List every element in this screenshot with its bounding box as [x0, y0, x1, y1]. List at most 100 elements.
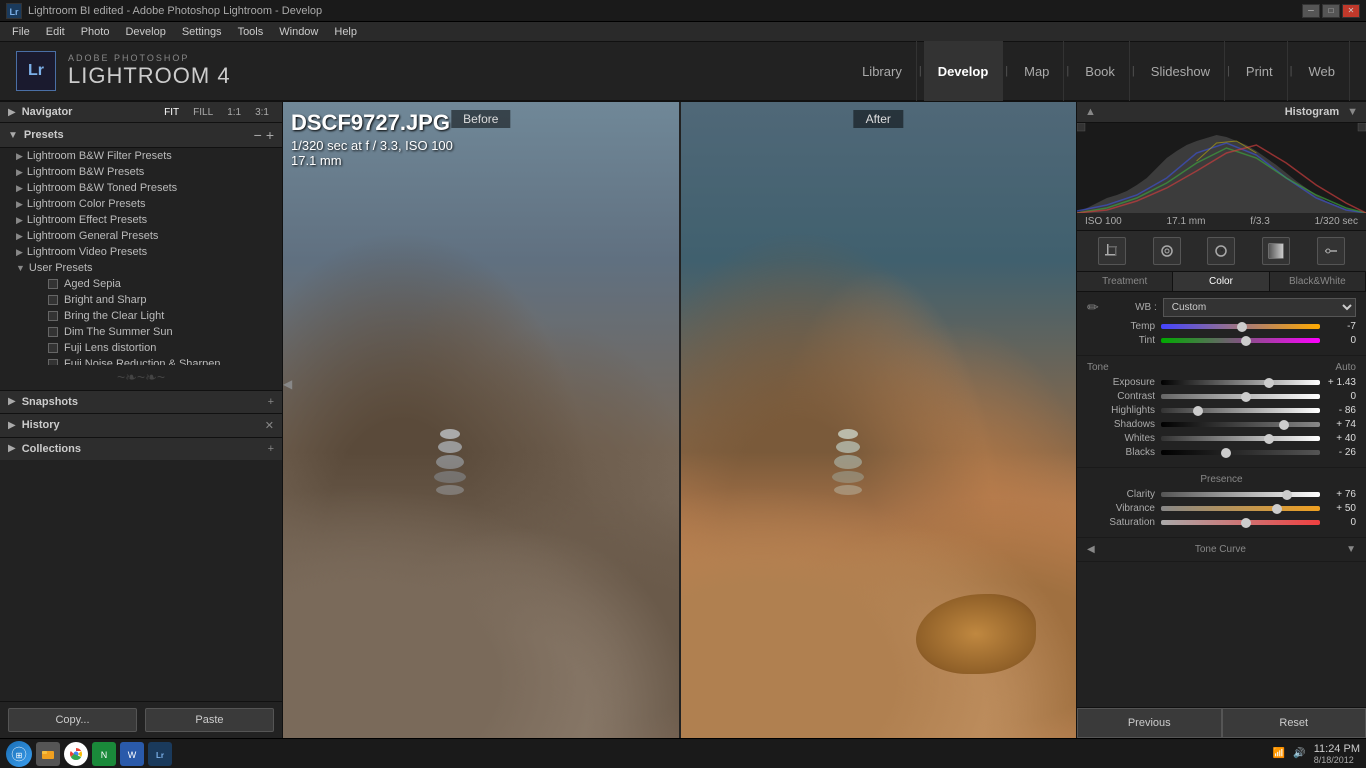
- histogram-header: ▲ Histogram ▼: [1077, 102, 1366, 123]
- history-title: History: [22, 419, 261, 431]
- preset-group-general[interactable]: ▶Lightroom General Presets: [0, 228, 282, 244]
- tab-print[interactable]: Print: [1232, 41, 1288, 101]
- presets-minus[interactable]: −: [254, 127, 262, 143]
- preset-group-video[interactable]: ▶Lightroom Video Presets: [0, 244, 282, 260]
- reset-button[interactable]: Reset: [1222, 708, 1366, 738]
- highlights-slider[interactable]: [1161, 408, 1320, 413]
- menu-file[interactable]: File: [4, 22, 38, 41]
- temp-slider[interactable]: [1161, 324, 1320, 329]
- tab-map[interactable]: Map: [1010, 41, 1064, 101]
- snapshots-header[interactable]: ▶ Snapshots +: [0, 391, 282, 413]
- highlights-row: Highlights - 86: [1087, 405, 1356, 416]
- tint-slider[interactable]: [1161, 338, 1320, 343]
- taskbar-volume-icon[interactable]: 🔊: [1293, 748, 1305, 759]
- develop-tabs: Treatment Color Black&White: [1077, 272, 1366, 292]
- hist-aperture: f/3.3: [1250, 216, 1269, 227]
- tone-curve-expand[interactable]: ▼: [1346, 544, 1356, 555]
- preset-group-user[interactable]: ▼User Presets: [0, 260, 282, 276]
- menu-develop[interactable]: Develop: [117, 22, 173, 41]
- tab-color[interactable]: Color: [1173, 272, 1269, 291]
- menu-window[interactable]: Window: [271, 22, 326, 41]
- chrome-icon[interactable]: [64, 742, 88, 766]
- preset-fuji-noise[interactable]: Fuji Noise Reduction & Sharpen: [16, 356, 282, 365]
- preset-group-bw[interactable]: ▶Lightroom B&W Presets: [0, 164, 282, 180]
- left-collapse-arrow[interactable]: ◀: [283, 377, 292, 391]
- contrast-slider[interactable]: [1161, 394, 1320, 399]
- shadows-slider[interactable]: [1161, 422, 1320, 427]
- crop-tool[interactable]: [1098, 237, 1126, 265]
- preset-dim-summer[interactable]: Dim The Summer Sun: [16, 324, 282, 340]
- tab-treatment[interactable]: Treatment: [1077, 272, 1173, 291]
- adobe-label: ADOBE PHOTOSHOP: [68, 53, 231, 63]
- navigator-header[interactable]: ▶ Navigator FIT FILL 1:1 3:1: [0, 102, 282, 123]
- redeye-tool[interactable]: [1207, 237, 1235, 265]
- menu-settings[interactable]: Settings: [174, 22, 230, 41]
- zoom-1-1[interactable]: 1:1: [222, 107, 246, 118]
- collections-header[interactable]: ▶ Collections +: [0, 438, 282, 460]
- zoom-fit[interactable]: FIT: [159, 107, 184, 118]
- history-close-icon[interactable]: ✕: [265, 419, 274, 432]
- maximize-button[interactable]: □: [1322, 4, 1340, 18]
- center-area: ◀ Before DSCF9727.JPG 1/320 sec at f / 3…: [283, 102, 1076, 738]
- zoom-fill[interactable]: FILL: [188, 107, 218, 118]
- presets-add[interactable]: +: [266, 127, 274, 143]
- blacks-slider[interactable]: [1161, 450, 1320, 455]
- preset-group-bw-toned[interactable]: ▶Lightroom B&W Toned Presets: [0, 180, 282, 196]
- close-button[interactable]: ✕: [1342, 4, 1360, 18]
- menu-bar: File Edit Photo Develop Settings Tools W…: [0, 22, 1366, 42]
- snapshots-add-icon[interactable]: +: [268, 396, 274, 408]
- zoom-3-1[interactable]: 3:1: [250, 107, 274, 118]
- preset-bright-sharp[interactable]: Bright and Sharp: [16, 292, 282, 308]
- svg-text:Lr: Lr: [10, 7, 19, 17]
- adjustment-tool[interactable]: [1317, 237, 1345, 265]
- wb-eyedropper-icon[interactable]: ✏: [1087, 299, 1099, 316]
- previous-button[interactable]: Previous: [1077, 708, 1222, 738]
- preset-clear-light[interactable]: Bring the Clear Light: [16, 308, 282, 324]
- lightroom-taskbar-icon[interactable]: Lr: [148, 742, 172, 766]
- start-button[interactable]: ⊞: [6, 741, 32, 767]
- gradient-tool[interactable]: [1262, 237, 1290, 265]
- histogram-collapse-arrow[interactable]: ▲: [1085, 106, 1096, 118]
- before-photo-container[interactable]: [283, 102, 679, 738]
- tone-auto[interactable]: Auto: [1335, 362, 1356, 373]
- tab-bw[interactable]: Black&White: [1270, 272, 1366, 291]
- spot-tool[interactable]: [1153, 237, 1181, 265]
- tab-library[interactable]: Library: [848, 41, 917, 101]
- exposure-slider[interactable]: [1161, 380, 1320, 385]
- paste-button[interactable]: Paste: [145, 708, 274, 732]
- preset-group-bw-filter[interactable]: ▶Lightroom B&W Filter Presets: [0, 148, 282, 164]
- tone-curve-scroll[interactable]: ◀: [1087, 544, 1095, 555]
- tab-book[interactable]: Book: [1071, 41, 1130, 101]
- word-icon[interactable]: W: [120, 742, 144, 766]
- after-photo-container[interactable]: [681, 102, 1077, 738]
- window-controls: ─ □ ✕: [1302, 4, 1360, 18]
- whites-slider[interactable]: [1161, 436, 1320, 441]
- preset-fuji-lens[interactable]: Fuji Lens distortion: [16, 340, 282, 356]
- preset-group-color[interactable]: ▶Lightroom Color Presets: [0, 196, 282, 212]
- menu-edit[interactable]: Edit: [38, 22, 73, 41]
- menu-tools[interactable]: Tools: [230, 22, 272, 41]
- saturation-slider[interactable]: [1161, 520, 1320, 525]
- tab-web[interactable]: Web: [1295, 41, 1351, 101]
- histogram-expand-arrow[interactable]: ▼: [1347, 106, 1358, 118]
- presets-arrow[interactable]: ▼: [8, 130, 18, 141]
- collections-add-icon[interactable]: +: [268, 443, 274, 455]
- menu-photo[interactable]: Photo: [73, 22, 118, 41]
- preset-group-effect[interactable]: ▶Lightroom Effect Presets: [0, 212, 282, 228]
- svg-text:Lr: Lr: [156, 751, 164, 760]
- right-panel-spacer: [1077, 562, 1366, 707]
- copy-button[interactable]: Copy...: [8, 708, 137, 732]
- tab-develop[interactable]: Develop: [924, 41, 1004, 101]
- minimize-button[interactable]: ─: [1302, 4, 1320, 18]
- menu-help[interactable]: Help: [326, 22, 365, 41]
- file-explorer-icon[interactable]: [36, 742, 60, 766]
- wb-row: ✏ WB : Custom As Shot Auto Daylight Clou…: [1087, 298, 1356, 317]
- preset-aged-sepia[interactable]: Aged Sepia: [16, 276, 282, 292]
- preset-icon: [48, 343, 58, 353]
- vibrance-slider[interactable]: [1161, 506, 1320, 511]
- clarity-slider[interactable]: [1161, 492, 1320, 497]
- history-header[interactable]: ▶ History ✕: [0, 414, 282, 437]
- wb-select[interactable]: Custom As Shot Auto Daylight Cloudy Shad…: [1163, 298, 1356, 317]
- tab-slideshow[interactable]: Slideshow: [1137, 41, 1225, 101]
- app3-icon[interactable]: N: [92, 742, 116, 766]
